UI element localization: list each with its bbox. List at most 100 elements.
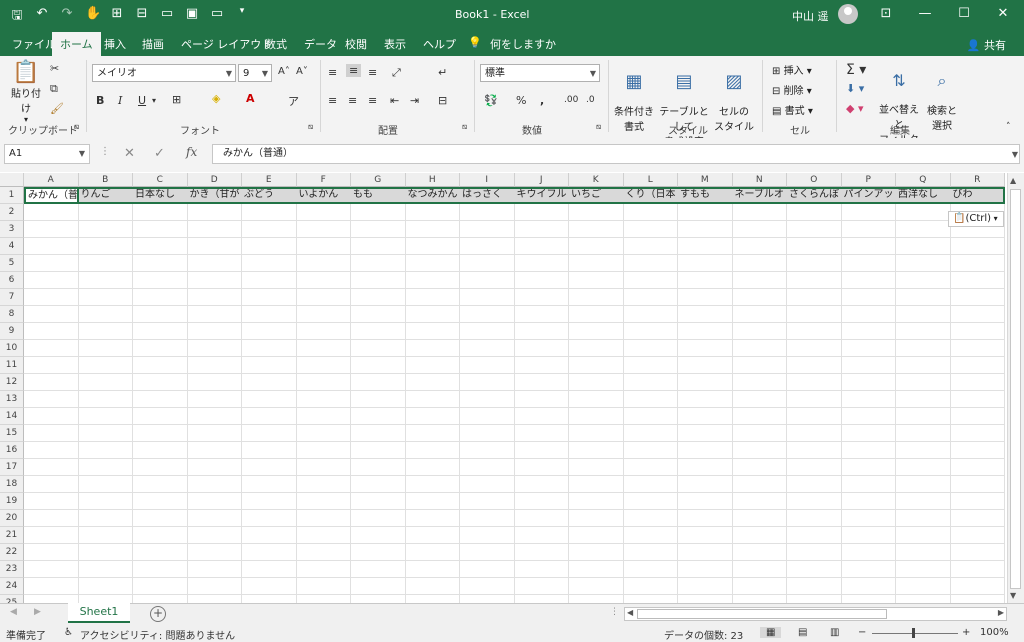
grid-icon[interactable]: ⊟ xyxy=(135,6,149,28)
row-header[interactable]: 14 xyxy=(0,408,24,425)
collapse-ribbon-icon[interactable]: ˄ xyxy=(1006,122,1011,132)
name-box[interactable]: A1 ▼ xyxy=(4,144,90,164)
page-layout-view-icon[interactable]: ▤ xyxy=(798,627,807,638)
touch-mode-icon[interactable]: ✋ xyxy=(85,6,101,28)
zoom-in-icon[interactable]: + xyxy=(962,627,970,638)
paste-button[interactable]: 📋 貼り付け ▾ xyxy=(8,60,44,124)
zoom-level[interactable]: 100% xyxy=(980,627,1009,638)
row-header[interactable]: 20 xyxy=(0,510,24,527)
delete-cells-button[interactable]: ⊟ 削除 ▾ xyxy=(772,82,812,97)
row-header[interactable]: 5 xyxy=(0,255,24,272)
tab-insert[interactable]: 挿入 xyxy=(104,36,126,52)
align-right-icon[interactable]: ≡ xyxy=(368,94,377,107)
row-header[interactable]: 2 xyxy=(0,204,24,221)
row-header[interactable]: 13 xyxy=(0,391,24,408)
align-top-icon[interactable]: ≡ xyxy=(328,66,337,79)
tell-me-box[interactable]: 何をしますか xyxy=(490,36,556,52)
active-cell[interactable]: みかん（普 xyxy=(24,187,79,204)
tab-draw[interactable]: 描画 xyxy=(142,36,164,52)
row-header[interactable]: 1 xyxy=(0,187,24,204)
cell-styles-button[interactable]: ▨ セルの スタイル xyxy=(712,60,756,144)
increase-indent-icon[interactable]: ⇥ xyxy=(410,94,419,107)
zoom-slider[interactable] xyxy=(872,633,958,634)
row-header[interactable]: 8 xyxy=(0,306,24,323)
underline-icon[interactable]: U xyxy=(138,94,146,107)
undo-icon[interactable]: ↶ xyxy=(35,6,49,28)
column-header[interactable]: D xyxy=(187,173,242,187)
percent-icon[interactable]: % xyxy=(516,94,526,107)
save-icon[interactable]: 🖫 xyxy=(10,6,24,28)
row-header[interactable]: 22 xyxy=(0,544,24,561)
tab-data[interactable]: データ xyxy=(304,36,337,52)
row-header[interactable]: 12 xyxy=(0,374,24,391)
autosum-icon[interactable]: Σ ▾ xyxy=(846,62,866,78)
enter-icon[interactable]: ✓ xyxy=(154,146,165,161)
orientation-icon[interactable]: ⤢ xyxy=(392,66,401,80)
scroll-up-icon[interactable]: ▲ xyxy=(1010,176,1016,185)
redo-icon[interactable]: ↷ xyxy=(60,6,74,28)
camera-icon[interactable]: ▣ xyxy=(185,6,199,28)
align-center-icon[interactable]: ≡ xyxy=(348,94,357,107)
column-header[interactable]: P xyxy=(841,173,896,187)
align-left-icon[interactable]: ≡ xyxy=(328,94,337,107)
spreadsheet-grid[interactable]: A B C D E F G H I J K L M N O P Q R 1 2 3 4 5 6 7 8 9 10 11 12 13 14 15 1… xyxy=(0,173,1007,603)
font-color-icon[interactable]: A xyxy=(246,92,255,105)
column-header[interactable]: M xyxy=(678,173,733,187)
currency-icon[interactable]: 💱 xyxy=(484,94,498,107)
column-header[interactable]: F xyxy=(296,173,351,187)
screen-icon[interactable]: ▭ xyxy=(210,6,224,28)
dialog-launcher-icon[interactable]: ⧅ xyxy=(74,122,79,132)
minimize-icon[interactable]: — xyxy=(913,6,937,21)
italic-icon[interactable]: I xyxy=(118,94,122,107)
column-header[interactable]: E xyxy=(242,173,297,187)
tab-home[interactable]: ホーム xyxy=(52,32,101,58)
borders-icon[interactable]: ⊞ xyxy=(172,93,181,106)
insert-function-icon[interactable]: fx xyxy=(186,145,197,159)
row-header[interactable]: 17 xyxy=(0,459,24,476)
ribbon-display-icon[interactable]: ⊡ xyxy=(874,6,898,21)
rectangle-icon[interactable]: ▭ xyxy=(160,6,174,28)
conditional-format-button[interactable]: ▦ 条件付き 書式 xyxy=(612,60,656,144)
tab-page-layout[interactable]: ページ レイアウト xyxy=(181,36,272,52)
number-format-combo[interactable]: 標準 ▼ xyxy=(480,64,600,82)
merge-center-icon[interactable]: ⊟ xyxy=(438,94,447,107)
paste-options-button[interactable]: 📋(Ctrl) ▾ xyxy=(948,211,1004,227)
scroll-right-icon[interactable]: ▶ xyxy=(998,608,1004,617)
font-size-combo[interactable]: 9 ▼ xyxy=(238,64,272,82)
column-header[interactable]: R xyxy=(950,173,1005,187)
share-button[interactable]: 👤 共有 xyxy=(967,37,1006,53)
prev-sheet-icon[interactable]: ◀ xyxy=(10,607,17,617)
expand-formula-icon[interactable]: ▼ xyxy=(1012,150,1018,159)
align-bottom-icon[interactable]: ≡ xyxy=(368,66,377,79)
zoom-out-icon[interactable]: − xyxy=(858,627,866,638)
row-header[interactable]: 19 xyxy=(0,493,24,510)
clear-icon[interactable]: ◆ ▾ xyxy=(846,102,863,115)
row-header[interactable]: 4 xyxy=(0,238,24,255)
column-header[interactable]: A xyxy=(24,173,79,187)
row-header[interactable]: 6 xyxy=(0,272,24,289)
scrollbar-thumb[interactable] xyxy=(1010,189,1021,589)
dialog-launcher-icon[interactable]: ⧅ xyxy=(308,122,313,132)
wrap-text-icon[interactable]: ↵ xyxy=(438,66,447,79)
row-header[interactable]: 15 xyxy=(0,425,24,442)
accessibility-status[interactable]: アクセシビリティ: 問題ありません xyxy=(80,627,235,642)
increase-font-icon[interactable]: A˄ xyxy=(278,66,290,77)
formula-input[interactable]: みかん（普通） xyxy=(212,144,1020,164)
dialog-launcher-icon[interactable]: ⧅ xyxy=(596,122,601,132)
row-header[interactable]: 18 xyxy=(0,476,24,493)
column-header[interactable]: B xyxy=(78,173,133,187)
format-cells-button[interactable]: ▤ 書式 ▾ xyxy=(772,102,813,117)
dialog-launcher-icon[interactable]: ⧅ xyxy=(462,122,467,132)
row-header[interactable]: 23 xyxy=(0,561,24,578)
select-all-corner[interactable] xyxy=(0,173,24,187)
column-header[interactable]: L xyxy=(623,173,678,187)
cut-icon[interactable]: ✂ xyxy=(50,62,59,75)
vertical-scrollbar[interactable]: ▲ ▼ xyxy=(1007,173,1024,603)
cancel-icon[interactable]: ✕ xyxy=(124,146,135,161)
table-icon[interactable]: ⊞ xyxy=(110,6,124,28)
column-header[interactable]: O xyxy=(787,173,842,187)
row-header[interactable]: 24 xyxy=(0,578,24,595)
row-header[interactable]: 3 xyxy=(0,221,24,238)
horizontal-scrollbar[interactable]: ◀ ▶ xyxy=(624,607,1007,621)
scroll-down-icon[interactable]: ▼ xyxy=(1010,591,1016,600)
